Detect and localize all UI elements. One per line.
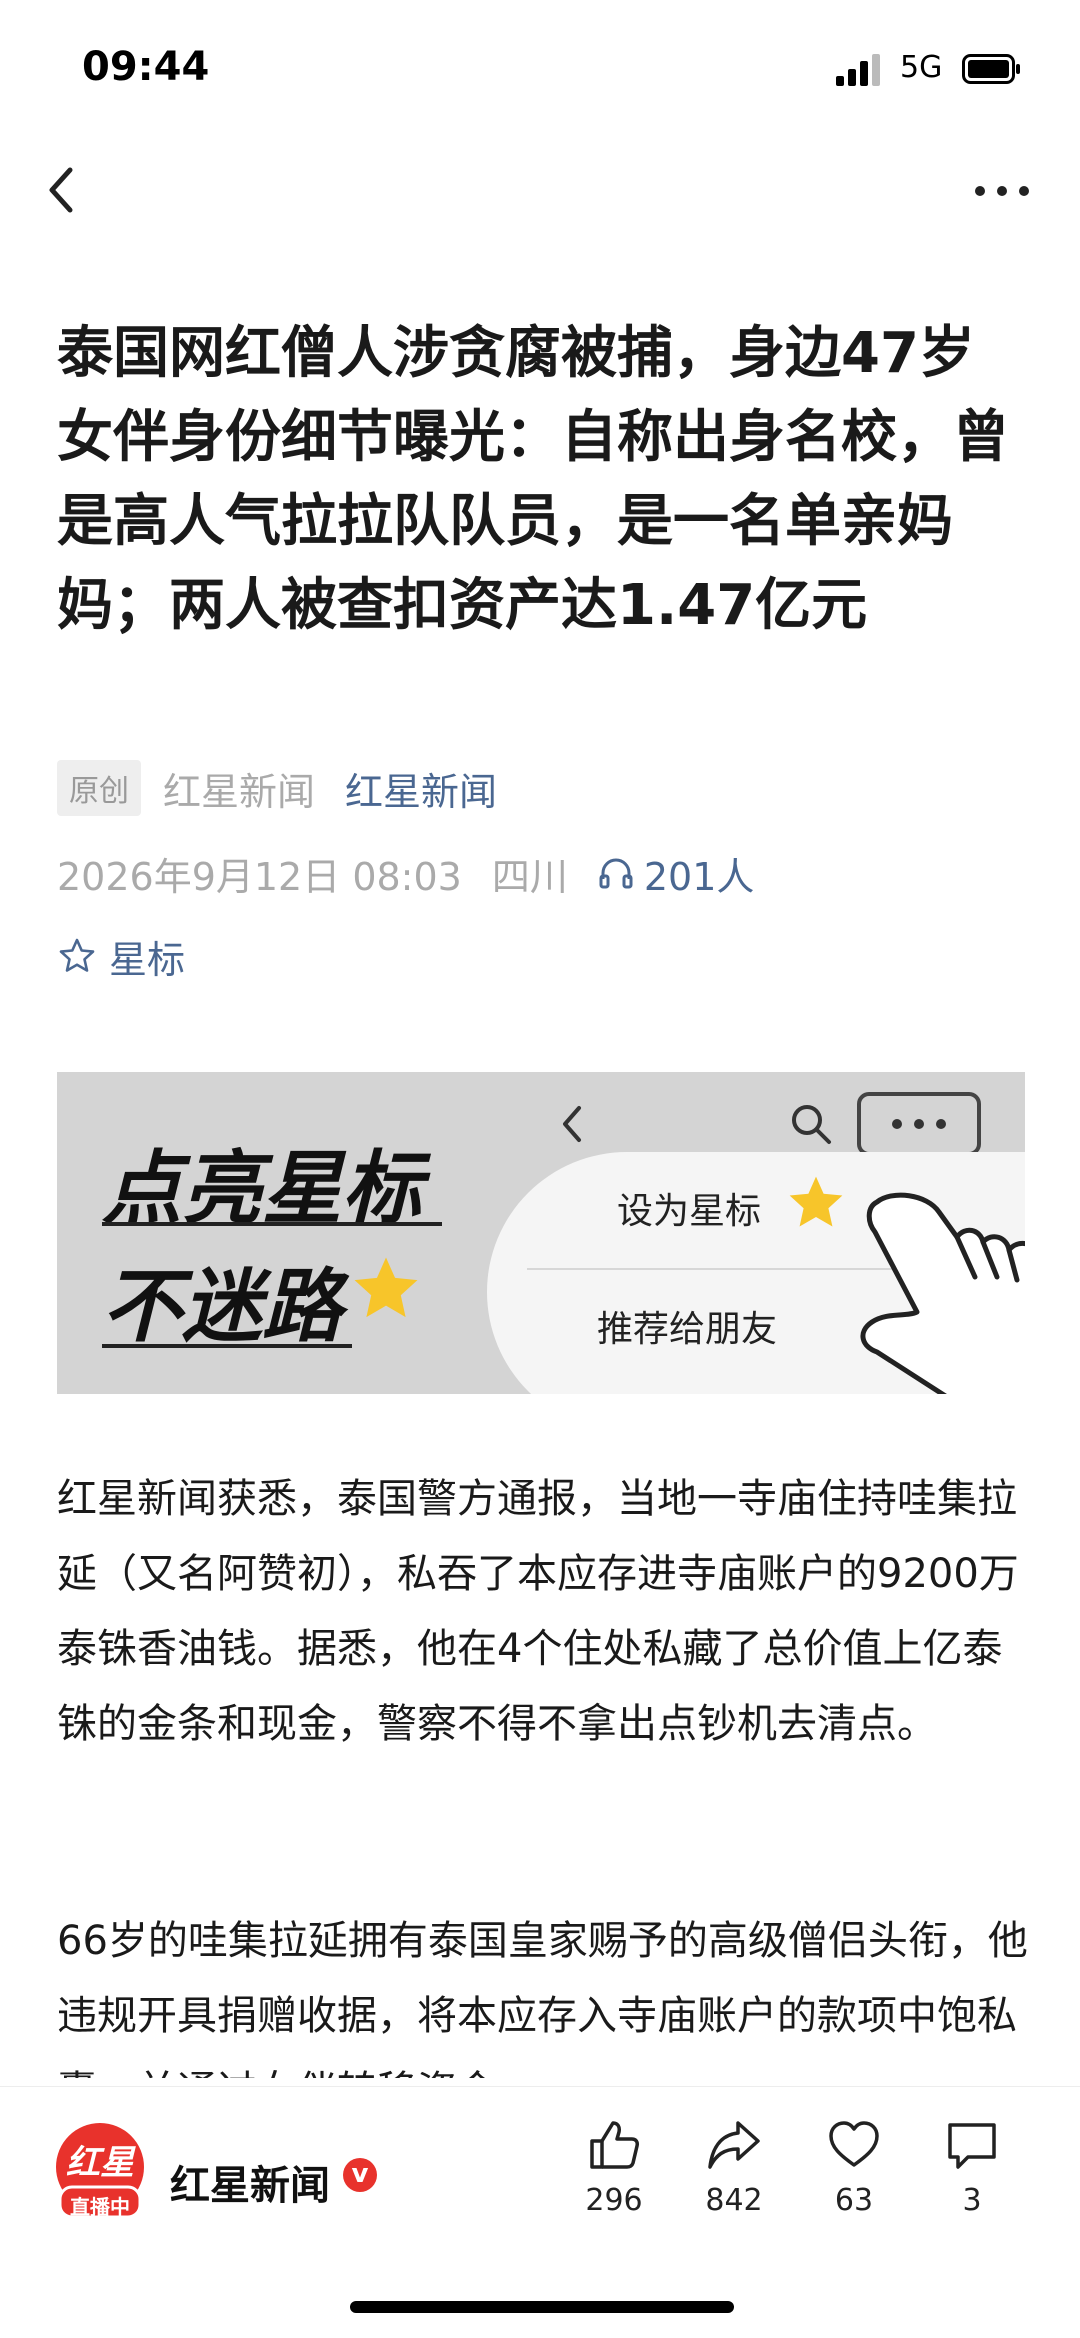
status-bar: 09:44 5G xyxy=(0,0,1080,140)
favorite-count: 63 xyxy=(834,2183,874,2218)
banner-menu-item-set-star: 设为星标 xyxy=(617,1191,762,1232)
article-title: 泰国网红僧人涉贪腐被捕，身边47岁女伴身份细节曝光：自称出身名校，曾是高人气拉拉… xyxy=(57,321,1009,638)
account-name[interactable]: 红星新闻 xyxy=(170,2153,330,2211)
article-paragraph: 红星新闻获悉，泰国警方通报，当地一寺庙住持哇集拉延（又名阿赞初），私吞了本应存进… xyxy=(57,1476,1019,1747)
source-name: 红星新闻 xyxy=(163,769,316,814)
comment-count: 3 xyxy=(962,2183,982,2218)
share-count: 842 xyxy=(705,2183,763,2218)
star-outline-icon xyxy=(59,938,95,972)
pointing-hand-icon xyxy=(860,1192,1025,1394)
listen-count: 201人 xyxy=(643,854,755,899)
bottom-action-bar: 红星 直播中 红星新闻 v 296 842 63 3 xyxy=(0,2086,1080,2338)
like-button[interactable]: 296 xyxy=(564,2117,664,2218)
back-icon[interactable] xyxy=(40,160,84,220)
live-badge: 直播中 xyxy=(70,2195,130,2219)
headphones-icon xyxy=(599,858,633,889)
more-icon[interactable] xyxy=(972,176,1032,206)
source-row: 原创 红星新闻 红星新闻 xyxy=(57,760,497,816)
publish-date: 2026年9月12日 08:03 xyxy=(57,854,462,899)
comment-bubble-icon xyxy=(948,2123,996,2169)
source-account-link[interactable]: 红星新闻 xyxy=(345,761,497,816)
original-badge: 原创 xyxy=(57,760,141,816)
publish-info-row: 2026年9月12日 08:03 四川 201人 xyxy=(57,845,754,901)
banner-more-icon xyxy=(857,1092,981,1156)
banner-back-icon xyxy=(563,1106,581,1142)
signal-icon xyxy=(836,54,880,86)
home-indicator xyxy=(350,2301,734,2313)
listen-button[interactable]: 201人 xyxy=(598,846,755,901)
banner-star-icon xyxy=(789,1176,843,1227)
like-count: 296 xyxy=(585,2183,643,2218)
battery-icon xyxy=(962,54,1020,84)
star-promo-banner: 点亮星标 不迷路 设为星标 推荐给朋友 xyxy=(57,1072,1025,1394)
publish-location: 四川 xyxy=(491,854,568,899)
account-avatar[interactable]: 红星 直播中 xyxy=(50,2121,150,2221)
network-label: 5G xyxy=(900,50,943,85)
comment-button[interactable]: 3 xyxy=(922,2117,1022,2218)
verified-badge: v xyxy=(342,2157,378,2193)
thumbs-up-icon xyxy=(590,2121,639,2169)
banner-menu-item-recommend: 推荐给朋友 xyxy=(597,1309,778,1350)
verified-mark: v xyxy=(351,2159,369,2189)
banner-underline-1 xyxy=(102,1222,442,1226)
avatar-brand-text: 红星 xyxy=(66,2143,134,2183)
banner-search-icon xyxy=(792,1105,831,1144)
banner-underline-2 xyxy=(102,1344,352,1348)
star-button[interactable]: 星标 xyxy=(57,928,185,984)
share-arrow-icon xyxy=(708,2121,760,2169)
article-paragraph: 66岁的哇集拉延拥有泰国皇家赐予的高级僧侣头衔，他违规开具捐赠收据，将本应存入寺… xyxy=(57,1918,1028,2078)
share-button[interactable]: 842 xyxy=(684,2117,784,2218)
star-filled-icon xyxy=(354,1257,418,1318)
status-time: 09:44 xyxy=(82,44,210,90)
banner-line-2: 不迷路 xyxy=(102,1259,342,1353)
favorite-button[interactable]: 63 xyxy=(804,2117,904,2218)
heart-icon xyxy=(829,2121,879,2167)
star-label: 星标 xyxy=(109,937,186,982)
